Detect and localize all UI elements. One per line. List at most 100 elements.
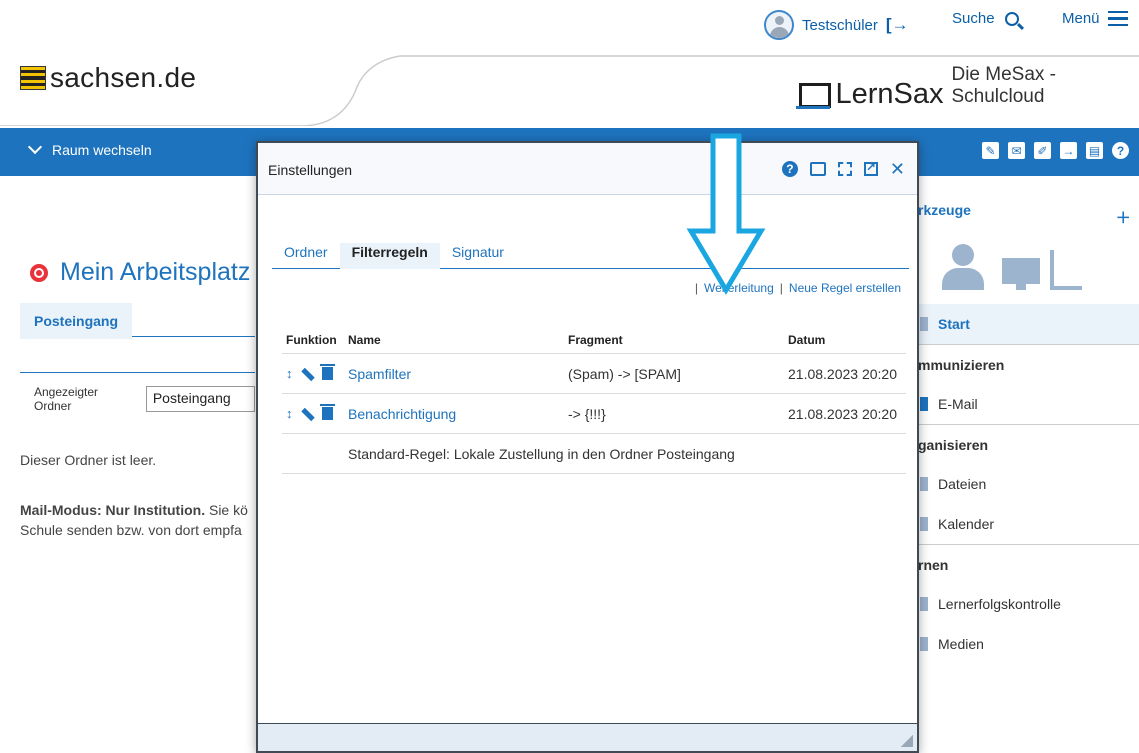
sort-handle-icon[interactable]: ↕	[286, 406, 293, 421]
sidebar-section-heading: rnen	[918, 544, 1139, 584]
new-rule-link[interactable]: Neue Regel erstellen	[789, 281, 901, 295]
sidebar-section-heading: ganisieren	[918, 424, 1139, 464]
laptop-icon	[796, 81, 832, 111]
col-fragment: Fragment	[564, 327, 784, 354]
table-row-default: Standard-Regel: Lokale Zustellung in den…	[282, 433, 906, 474]
edit-icon[interactable]	[300, 367, 314, 381]
col-name: Name	[344, 327, 564, 354]
tab-ordner[interactable]: Ordner	[272, 243, 340, 269]
sidebar-item-label: Dateien	[938, 476, 987, 492]
rule-date: 21.08.2023 20:20	[784, 353, 906, 394]
pin-icon[interactable]: ✎	[982, 142, 999, 159]
rule-fragment: -> {!!!}	[564, 393, 784, 434]
product-name: LernSax	[835, 78, 944, 110]
settings-dialog: Einstellungen ? ✕ Ordner Filterregeln Si…	[256, 141, 919, 753]
record-icon	[30, 263, 48, 282]
print-icon[interactable]: ▤	[1086, 142, 1103, 159]
mail-mode-line1: Sie kö	[205, 502, 248, 518]
tool-icon	[920, 597, 928, 611]
default-rule-text: Standard-Regel: Lokale Zustellung in den…	[344, 433, 906, 474]
inbox-tab[interactable]: Posteingang	[20, 303, 255, 339]
resize-grip-icon[interactable]	[901, 735, 913, 747]
help-icon[interactable]: ?	[781, 161, 798, 177]
rule-name-link[interactable]: Spamfilter	[348, 366, 411, 382]
print-icon[interactable]	[809, 162, 826, 176]
tool-icon	[920, 317, 928, 331]
lernsax-logo[interactable]: LernSax Die MeSax - Schulcloud	[796, 64, 1139, 111]
menu-link[interactable]: Menü	[1062, 10, 1128, 27]
trash-icon[interactable]	[320, 364, 335, 380]
sidebar-item-label: ganisieren	[918, 436, 989, 453]
popout-icon[interactable]	[863, 160, 878, 176]
hamburger-icon	[1107, 10, 1128, 27]
sidebar-item-label: Medien	[938, 636, 984, 652]
dialog-header: Einstellungen ? ✕	[258, 143, 917, 195]
rule-name[interactable]: Spamfilter	[344, 353, 564, 394]
trash-icon[interactable]	[320, 404, 335, 420]
sidebar-item[interactable]: Lernerfolgskontrolle	[918, 584, 1139, 624]
dialog-title: Einstellungen	[268, 162, 353, 178]
sidebar-item[interactable]: Start	[918, 304, 1139, 344]
fullscreen-icon[interactable]	[837, 162, 852, 176]
room-switch-button[interactable]: Raum wechseln	[27, 139, 152, 158]
unpin-icon[interactable]: ✕	[1110, 206, 1134, 230]
settings-tabs: Ordner Filterregeln Signatur	[272, 243, 909, 269]
help-icon[interactable]: ?	[1112, 142, 1129, 159]
tools-sidebar: rkzeuge ✕ Start mmunizieren E-Mail ganisier…	[918, 200, 1139, 753]
search-icon	[1004, 11, 1019, 26]
user-name: Testschüler	[802, 16, 878, 34]
login-icon[interactable]: →	[1060, 142, 1077, 159]
logout-icon[interactable]: [→	[886, 15, 909, 35]
sidebar-item-label: Start	[938, 316, 970, 332]
rule-name-link[interactable]: Benachrichtigung	[348, 406, 456, 422]
table-row: ↕ Benachrichtigung -> {!!!} 21.08.2023 2…	[282, 393, 906, 434]
down-arrow-annotation-icon	[686, 133, 766, 295]
sidebar-item-label: mmunizieren	[918, 356, 1005, 373]
sidebar-item[interactable]: Kalender	[918, 504, 1139, 544]
chevron-down-icon	[27, 139, 43, 155]
tool-icon	[920, 517, 928, 531]
brand-name: sachsen.de	[50, 62, 197, 93]
search-label: Suche	[952, 10, 995, 27]
workspace-title-text: Mein Arbeitsplatz	[60, 258, 251, 286]
sidebar-item[interactable]: Dateien	[918, 464, 1139, 504]
table-header-row: Funktion Name Fragment Datum	[282, 327, 906, 354]
rule-fragment: (Spam) -> [SPAM]	[564, 353, 784, 394]
search-link[interactable]: Suche	[952, 10, 1019, 27]
sachsen-logo[interactable]: sachsen.de	[20, 62, 196, 94]
folder-label: Angezeigter Ordner	[34, 385, 99, 413]
tools-heading: rkzeuge	[918, 202, 971, 218]
user-account-link[interactable]: Testschüler [→	[764, 10, 909, 40]
tab-filterregeln[interactable]: Filterregeln	[339, 243, 440, 269]
site-header: sachsen.de LernSax Die MeSax - Schulclou…	[0, 52, 1139, 126]
filter-rules-table: Funktion Name Fragment Datum ↕ Spamfilte…	[282, 327, 906, 474]
tools-list: Start mmunizieren E-Mail ganisieren Dateien K…	[918, 304, 1139, 664]
mail-icon[interactable]: ✉	[1008, 142, 1025, 159]
close-icon[interactable]: ✕	[890, 160, 905, 178]
sidebar-item[interactable]: E-Mail	[918, 384, 1139, 424]
empty-folder-text: Dieser Ordner ist leer.	[20, 452, 157, 468]
dialog-footer	[258, 723, 917, 751]
workspace-title: Mein Arbeitsplatz	[30, 258, 250, 287]
row-functions: ↕	[282, 353, 344, 394]
nav-toolbar: ✎ ✉ ✐ → ▤ ?	[982, 142, 1129, 159]
folder-select[interactable]: Posteingang	[145, 386, 255, 412]
sidebar-item[interactable]: Medien	[918, 624, 1139, 664]
tools-illustration	[940, 244, 1090, 292]
edit-icon[interactable]	[300, 407, 314, 421]
folder-selector-row: Angezeigter Ordner Posteingang	[20, 372, 255, 413]
inbox-tab-label: Posteingang	[20, 303, 133, 339]
sidebar-section-heading: mmunizieren	[918, 344, 1139, 384]
edit-icon[interactable]: ✐	[1034, 142, 1051, 159]
mail-mode-line2: Schule senden bzw. von dort empfa	[20, 522, 242, 538]
sidebar-item-label: rnen	[918, 556, 949, 573]
tab-signatur[interactable]: Signatur	[440, 243, 516, 269]
col-function: Funktion	[282, 327, 344, 354]
rule-name[interactable]: Benachrichtigung	[344, 393, 564, 434]
top-user-bar: Testschüler [→ Suche Menü	[0, 0, 1139, 52]
product-tagline: Die MeSax - Schulcloud	[951, 64, 1056, 107]
sort-handle-icon[interactable]: ↕	[286, 366, 293, 381]
sidebar-item-label: Lernerfolgskontrolle	[938, 596, 1061, 612]
sidebar-item-label: Kalender	[938, 516, 995, 532]
mail-mode-bold: Mail-Modus: Nur Institution.	[20, 502, 206, 518]
